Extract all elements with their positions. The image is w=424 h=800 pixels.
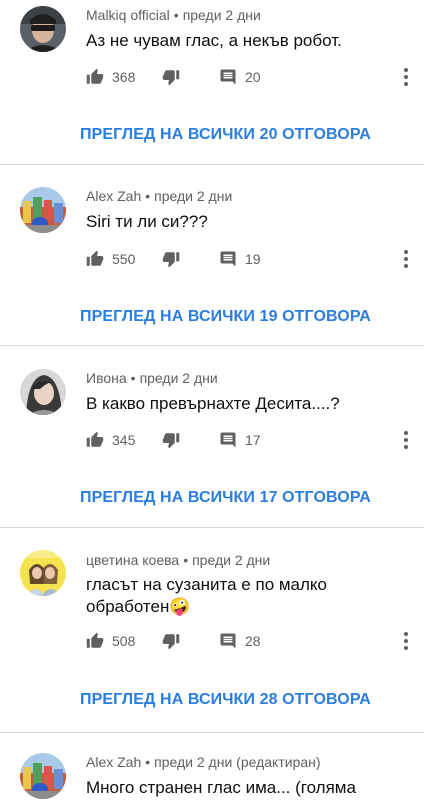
thumb-up-icon <box>86 431 104 449</box>
edited-label: (редактиран) <box>236 754 321 770</box>
thumb-down-icon <box>162 68 180 86</box>
view-replies-link[interactable]: ПРЕГЛЕД НА ВСИЧКИ 28 ОТГОВОРА <box>80 691 371 709</box>
like-button[interactable]: 345 <box>86 428 135 452</box>
comment-icon <box>219 250 237 268</box>
separator-dot: • <box>173 7 179 23</box>
author-name[interactable]: Malkiq official <box>86 7 170 23</box>
separator-dot: • <box>183 552 189 568</box>
more-options-button[interactable] <box>398 247 414 271</box>
comment-time: преди 2 дни <box>154 188 233 204</box>
comment-actions: 368 20 <box>86 65 424 89</box>
like-button[interactable]: 550 <box>86 247 135 271</box>
thumb-up-icon <box>86 68 104 86</box>
avatar[interactable] <box>20 6 66 52</box>
more-vert-icon <box>398 250 414 275</box>
dislike-button[interactable] <box>162 247 180 271</box>
avatar[interactable] <box>20 753 66 799</box>
reply-count: 19 <box>245 251 261 267</box>
comment-time: преди 2 дни <box>182 7 261 23</box>
more-vert-icon <box>398 632 414 657</box>
comment-actions: 345 17 <box>86 428 424 452</box>
view-replies-link[interactable]: ПРЕГЛЕД НА ВСИЧКИ 20 ОТГОВОРА <box>80 126 371 144</box>
author-name[interactable]: Ивона <box>86 370 127 386</box>
comment-icon <box>219 632 237 650</box>
reply-count: 28 <box>245 633 261 649</box>
comment-item: цветина коева • преди 2 дни гласът на суза… <box>0 528 424 733</box>
comment-meta: Malkiq official • преди 2 дни <box>86 7 261 23</box>
comment-item: Alex Zah • преди 2 дни (редактиран) Много … <box>0 733 424 800</box>
view-replies-link[interactable]: ПРЕГЛЕД НА ВСИЧКИ 19 ОТГОВОРА <box>80 308 371 326</box>
like-count: 550 <box>112 251 136 267</box>
like-button[interactable]: 368 <box>86 65 135 89</box>
comment-meta: Ивона • преди 2 дни <box>86 370 218 386</box>
more-vert-icon <box>398 68 414 93</box>
dislike-button[interactable] <box>162 65 180 89</box>
view-replies-link[interactable]: ПРЕГЛЕД НА ВСИЧКИ 17 ОТГОВОРА <box>80 489 371 507</box>
separator-dot: • <box>145 754 151 770</box>
separator-dot: • <box>130 370 136 386</box>
comment-item: Alex Zah • преди 2 дни Siri ти ли си??? 55… <box>0 165 424 346</box>
comment-meta: цветина коева • преди 2 дни <box>86 552 270 568</box>
comment-icon <box>219 431 237 449</box>
dislike-button[interactable] <box>162 629 180 653</box>
avatar[interactable] <box>20 187 66 233</box>
more-options-button[interactable] <box>398 629 414 653</box>
reply-count: 20 <box>245 69 261 85</box>
like-count: 368 <box>112 69 136 85</box>
comment-meta: Alex Zah • преди 2 дни (редактиран) <box>86 754 321 770</box>
like-button[interactable]: 508 <box>86 629 135 653</box>
more-options-button[interactable] <box>398 428 414 452</box>
reply-button[interactable]: 19 <box>219 247 261 271</box>
comment-icon <box>219 68 237 86</box>
more-options-button[interactable] <box>398 65 414 89</box>
reply-button[interactable]: 28 <box>219 629 261 653</box>
comment-meta: Alex Zah • преди 2 дни <box>86 188 232 204</box>
comment-actions: 508 28 <box>86 629 424 653</box>
avatar[interactable] <box>20 550 66 596</box>
avatar[interactable] <box>20 369 66 415</box>
comment-text: В какво превърнахте Десита....? <box>86 394 340 413</box>
like-count: 508 <box>112 633 136 649</box>
thumb-down-icon <box>162 431 180 449</box>
comment-item: Malkiq official • преди 2 дни Аз не чувам … <box>0 0 424 165</box>
thumb-down-icon <box>162 632 180 650</box>
separator-dot: • <box>145 188 151 204</box>
comment-time: преди 2 дни <box>154 754 233 770</box>
author-name[interactable]: Alex Zah <box>86 754 141 770</box>
comment-text: Siri ти ли си??? <box>86 212 208 231</box>
comment-text: Много странен глас има... (голяма <box>86 778 356 797</box>
comment-actions: 550 19 <box>86 247 424 271</box>
dislike-button[interactable] <box>162 428 180 452</box>
reply-button[interactable]: 20 <box>219 65 261 89</box>
author-name[interactable]: цветина коева <box>86 552 179 568</box>
author-name[interactable]: Alex Zah <box>86 188 141 204</box>
reply-count: 17 <box>245 432 261 448</box>
comment-time: преди 2 дни <box>139 370 218 386</box>
like-count: 345 <box>112 432 136 448</box>
thumb-up-icon <box>86 632 104 650</box>
reply-button[interactable]: 17 <box>219 428 261 452</box>
thumb-up-icon <box>86 250 104 268</box>
comment-item: Ивона • преди 2 дни В какво превърнахте Де… <box>0 346 424 528</box>
more-vert-icon <box>398 431 414 456</box>
comment-text: гласът на сузанита е по малко обработен🤪 <box>86 575 328 616</box>
thumb-down-icon <box>162 250 180 268</box>
comment-text: Аз не чувам глас, а некъв робот. <box>86 31 342 50</box>
comment-time: преди 2 дни <box>192 552 271 568</box>
